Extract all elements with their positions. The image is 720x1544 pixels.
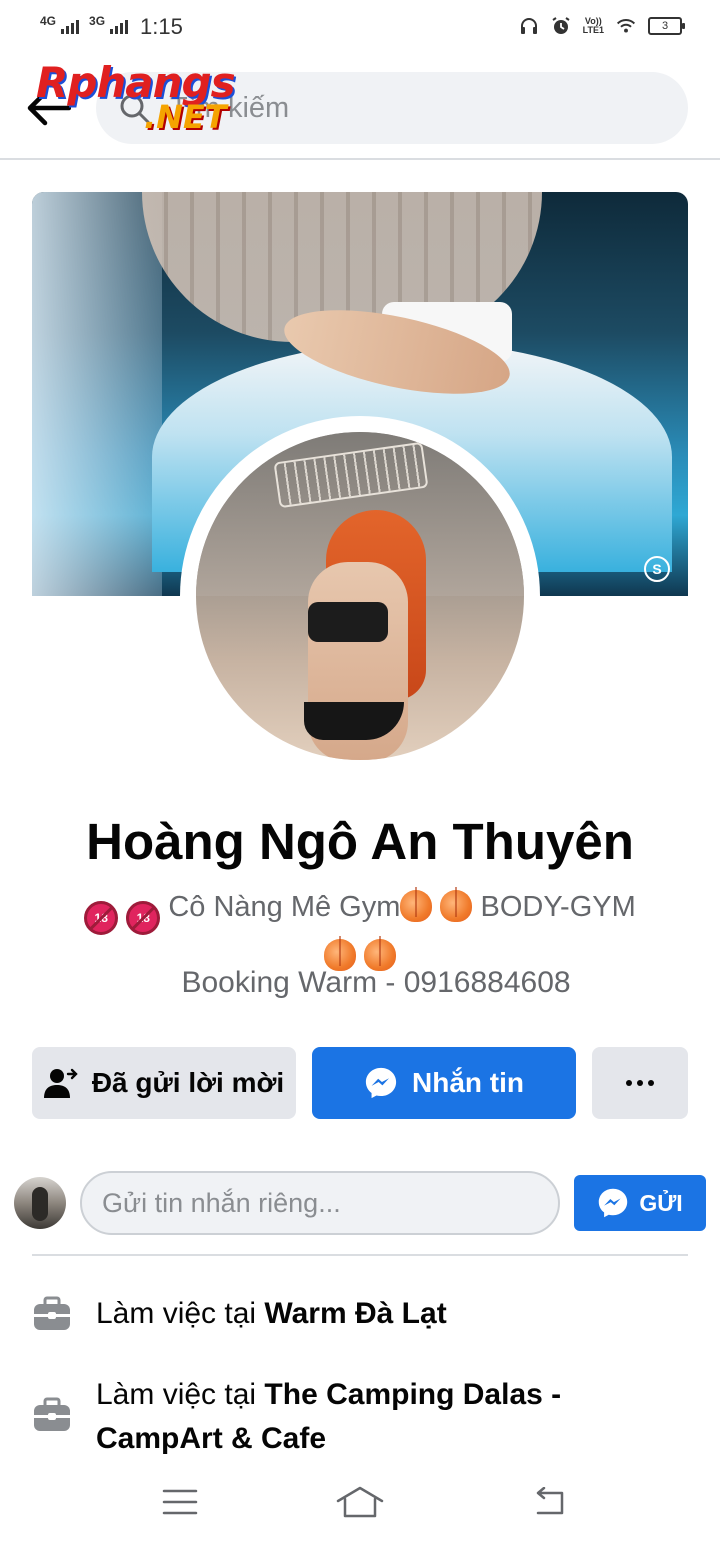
bio-tag: BODY-GYM xyxy=(480,891,636,923)
search-input[interactable] xyxy=(170,72,650,144)
peach-icon xyxy=(400,887,433,922)
menu-icon xyxy=(162,1489,198,1515)
send-label: GỬI xyxy=(639,1189,683,1216)
message-label: Nhắn tin xyxy=(412,1067,524,1098)
more-options-button[interactable] xyxy=(592,1047,688,1119)
volte-indicator: Vo)) LTE1 xyxy=(583,17,604,35)
top-header: Rphangs .NET xyxy=(0,56,720,160)
work-item[interactable]: Làm việc tại The Camping Dalas - CampArt… xyxy=(32,1373,688,1461)
briefcase-icon xyxy=(34,1296,70,1330)
person-check-icon xyxy=(43,1066,78,1100)
messenger-icon xyxy=(599,1188,628,1218)
work-text: Làm việc tại Warm Đà Lạt xyxy=(96,1292,676,1336)
home-icon xyxy=(336,1486,384,1518)
photographer-badge: S xyxy=(644,556,670,582)
alarm-icon xyxy=(551,16,571,36)
bio-text: Cô Nàng Mê Gym xyxy=(168,891,401,923)
sim1-signal: 4G xyxy=(40,14,80,34)
send-button[interactable]: GỬI xyxy=(574,1175,706,1231)
system-nav-bar xyxy=(0,1460,720,1544)
friend-request-sent-button[interactable]: Đã gửi lời mời xyxy=(32,1047,296,1119)
arrow-left-icon xyxy=(27,90,71,126)
profile-name: Hoàng Ngô An Thuyên xyxy=(86,813,634,870)
status-bar: 4G 3G 1:15 Vo)) LTE1 3 xyxy=(0,0,720,56)
private-message-input[interactable] xyxy=(80,1171,560,1235)
back-nav-icon xyxy=(536,1487,564,1515)
profile-avatar[interactable] xyxy=(196,432,524,760)
friend-request-sent-label: Đã gửi lời mời xyxy=(91,1067,285,1098)
profile-bio: 18 18 Cô Nàng Mê Gym BODY-GYM xyxy=(60,886,660,977)
peach-icon xyxy=(440,887,473,922)
work-prefix: Làm việc tại xyxy=(96,1297,257,1330)
nav-home-button[interactable] xyxy=(330,1478,390,1526)
signal-bars-icon xyxy=(110,20,129,34)
no-under-18-icon: 18 xyxy=(126,901,161,935)
work-prefix: Làm việc tại xyxy=(96,1378,257,1411)
nav-menu-button[interactable] xyxy=(150,1478,210,1526)
sim1-label: 4G xyxy=(40,14,57,28)
bio-contact: Booking Warm - 0916884608 xyxy=(181,966,571,999)
message-button[interactable]: Nhắn tin xyxy=(312,1047,576,1119)
search-bar[interactable] xyxy=(96,72,688,144)
nav-back-button[interactable] xyxy=(518,1478,578,1526)
volte-line2: LTE1 xyxy=(582,25,604,35)
wifi-icon xyxy=(616,16,636,36)
messenger-icon xyxy=(364,1066,398,1100)
work-item[interactable]: Làm việc tại Warm Đà Lạt xyxy=(32,1292,688,1336)
back-button[interactable] xyxy=(22,82,74,134)
search-icon xyxy=(120,94,150,124)
briefcase-icon xyxy=(34,1397,70,1431)
sim2-label: 3G xyxy=(89,14,106,28)
my-avatar xyxy=(14,1177,66,1229)
section-divider xyxy=(32,1254,688,1256)
signal-bars-icon xyxy=(61,20,80,34)
work-place[interactable]: Warm Đà Lạt xyxy=(264,1297,446,1330)
more-dots-icon xyxy=(626,1080,654,1086)
headphones-icon xyxy=(519,16,539,36)
clock: 1:15 xyxy=(140,14,183,39)
no-under-18-icon: 18 xyxy=(84,901,119,935)
sim2-signal: 3G xyxy=(89,14,129,34)
work-text: Làm việc tại The Camping Dalas - CampArt… xyxy=(96,1373,676,1461)
battery-icon: 3 xyxy=(648,17,685,35)
